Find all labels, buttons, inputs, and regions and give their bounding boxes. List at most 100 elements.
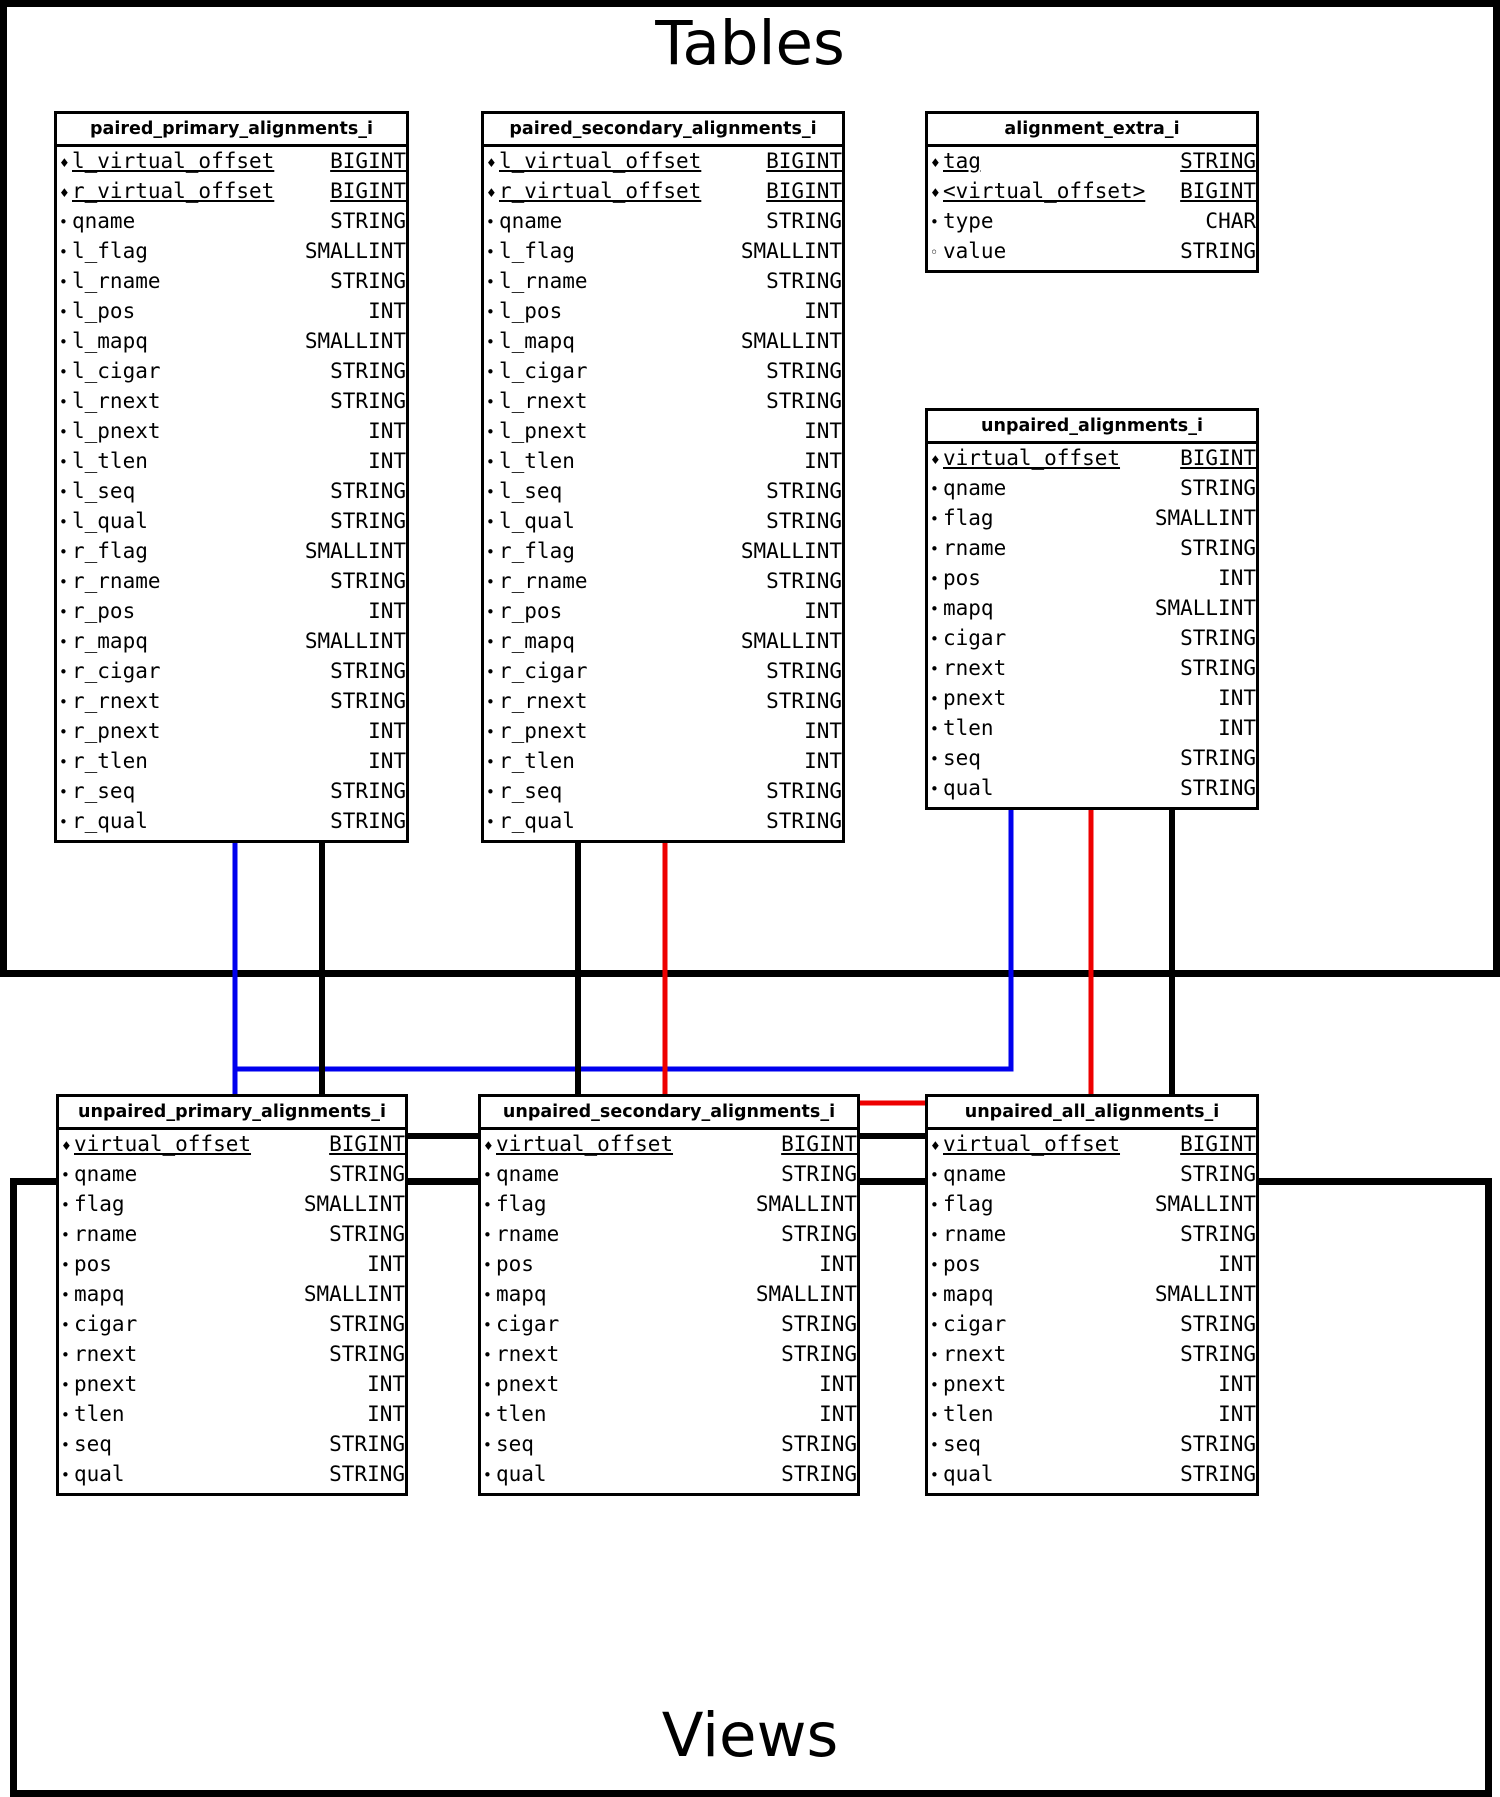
required-marker-icon [930,536,943,564]
required-marker-icon [483,1432,496,1460]
views-section-title: Views [661,1700,839,1771]
required-marker-icon [483,1402,496,1430]
field-name: l_flag [72,239,148,264]
entity-field: l_qual STRING [484,508,842,538]
entity-unpaired-secondary-alignments-i[interactable]: unpaired_secondary_alignments_i virtual_… [478,1094,860,1497]
required-marker-icon [61,1462,74,1490]
entity-field: r_pos INT [484,598,842,628]
field-name: virtual_offset [943,446,1121,471]
entity-field: mapq SMALLINT [59,1281,405,1311]
field-type: STRING [1180,1312,1256,1337]
entity-unpaired-alignments-i[interactable]: unpaired_alignments_i virtual_offset BIGI… [925,408,1259,811]
field-type: STRING [781,1342,857,1367]
key-marker-icon [930,1133,943,1160]
required-marker-icon [483,1162,496,1190]
entity-field: r_cigar STRING [57,658,406,688]
er-diagram-canvas: Tables Views paired_primary_alignments_i… [0,0,1500,1797]
field-type: SMALLINT [740,239,842,264]
field-name: l_mapq [72,329,148,354]
entity-fields: virtual_offset BIGINT qname STRING flag SMALL… [59,1130,405,1493]
key-marker-icon [930,447,943,474]
entity-field: l_rname STRING [57,268,406,298]
required-marker-icon [930,209,943,237]
required-marker-icon [59,419,72,447]
field-name: qname [499,209,563,234]
entity-header: unpaired_primary_alignments_i [59,1097,405,1131]
required-marker-icon [483,1192,496,1220]
field-type: INT [804,449,842,474]
entity-field: pnext INT [928,1371,1256,1401]
field-name: seq [496,1432,534,1457]
entity-field: r_qual STRING [484,808,842,838]
field-name: r_pos [499,599,563,624]
required-marker-icon [59,449,72,477]
entity-field: l_cigar STRING [484,358,842,388]
field-type: STRING [781,1312,857,1337]
entity-paired-primary-alignments-i[interactable]: paired_primary_alignments_i l_virtual_of… [54,111,409,844]
entity-unpaired-all-alignments-i[interactable]: unpaired_all_alignments_i virtual_offset… [925,1094,1259,1497]
required-marker-icon [930,1282,943,1310]
field-type: STRING [1180,476,1256,501]
entity-paired-secondary-alignments-i[interactable]: paired_secondary_alignments_i l_virtual_… [481,111,845,844]
entity-field: cigar STRING [928,1311,1256,1341]
field-type: SMALLINT [1154,506,1256,531]
entity-field: r_tlen INT [57,748,406,778]
entity-field: r_rnext STRING [484,688,842,718]
field-name: qual [496,1462,547,1487]
entity-unpaired-primary-alignments-i[interactable]: unpaired_primary_alignments_i virtual_of… [56,1094,408,1497]
entity-field: seq STRING [928,745,1256,775]
field-name: rname [74,1222,138,1247]
required-marker-icon [486,239,499,267]
entity-field: r_rname STRING [484,568,842,598]
required-marker-icon [483,1312,496,1340]
field-type: INT [368,599,406,624]
field-name: r_tlen [499,749,575,774]
field-name: l_pos [72,299,136,324]
required-marker-icon [930,716,943,744]
field-type: SMALLINT [303,1282,405,1307]
field-type: STRING [330,269,406,294]
field-name: tlen [943,716,994,741]
entity-header: unpaired_alignments_i [928,411,1256,445]
field-type: INT [804,599,842,624]
required-marker-icon [486,659,499,687]
field-name: r_tlen [72,749,148,774]
required-marker-icon [930,776,943,804]
entity-field: pos INT [481,1251,857,1281]
field-type: INT [1218,1402,1256,1427]
field-type: STRING [781,1162,857,1187]
field-name: tag [943,149,981,174]
field-type: SMALLINT [740,329,842,354]
field-type: STRING [1180,1432,1256,1457]
field-name: l_pnext [72,419,161,444]
key-marker-icon [61,1133,74,1160]
field-type: STRING [781,1222,857,1247]
field-name: pos [943,566,981,591]
field-type: STRING [1180,149,1256,174]
entity-field: l_pnext INT [484,418,842,448]
field-name: r_flag [72,539,148,564]
required-marker-icon [59,809,72,837]
required-marker-icon [486,329,499,357]
entity-field: r_mapq SMALLINT [484,628,842,658]
field-name: r_mapq [499,629,575,654]
required-marker-icon [59,329,72,357]
field-type: STRING [1180,1222,1256,1247]
field-type: INT [1218,1372,1256,1397]
field-type: STRING [766,359,842,384]
entity-field: rname STRING [481,1221,857,1251]
field-type: BIGINT [781,1132,857,1157]
entity-field: mapq SMALLINT [481,1281,857,1311]
entity-alignment-extra-i[interactable]: alignment_extra_i tag STRING <virtual_offs… [925,111,1259,274]
entity-fields: tag STRING <virtual_offset> BIGINT type CHAR v… [928,147,1256,270]
entity-field: rname STRING [928,535,1256,565]
field-name: pos [943,1252,981,1277]
field-type: STRING [329,1222,405,1247]
field-name: l_rname [72,269,161,294]
field-type: INT [368,419,406,444]
field-name: seq [943,1432,981,1457]
field-name: r_rnext [72,689,161,714]
field-name: l_rname [499,269,588,294]
field-name: l_tlen [499,449,575,474]
entity-field: rnext STRING [59,1341,405,1371]
